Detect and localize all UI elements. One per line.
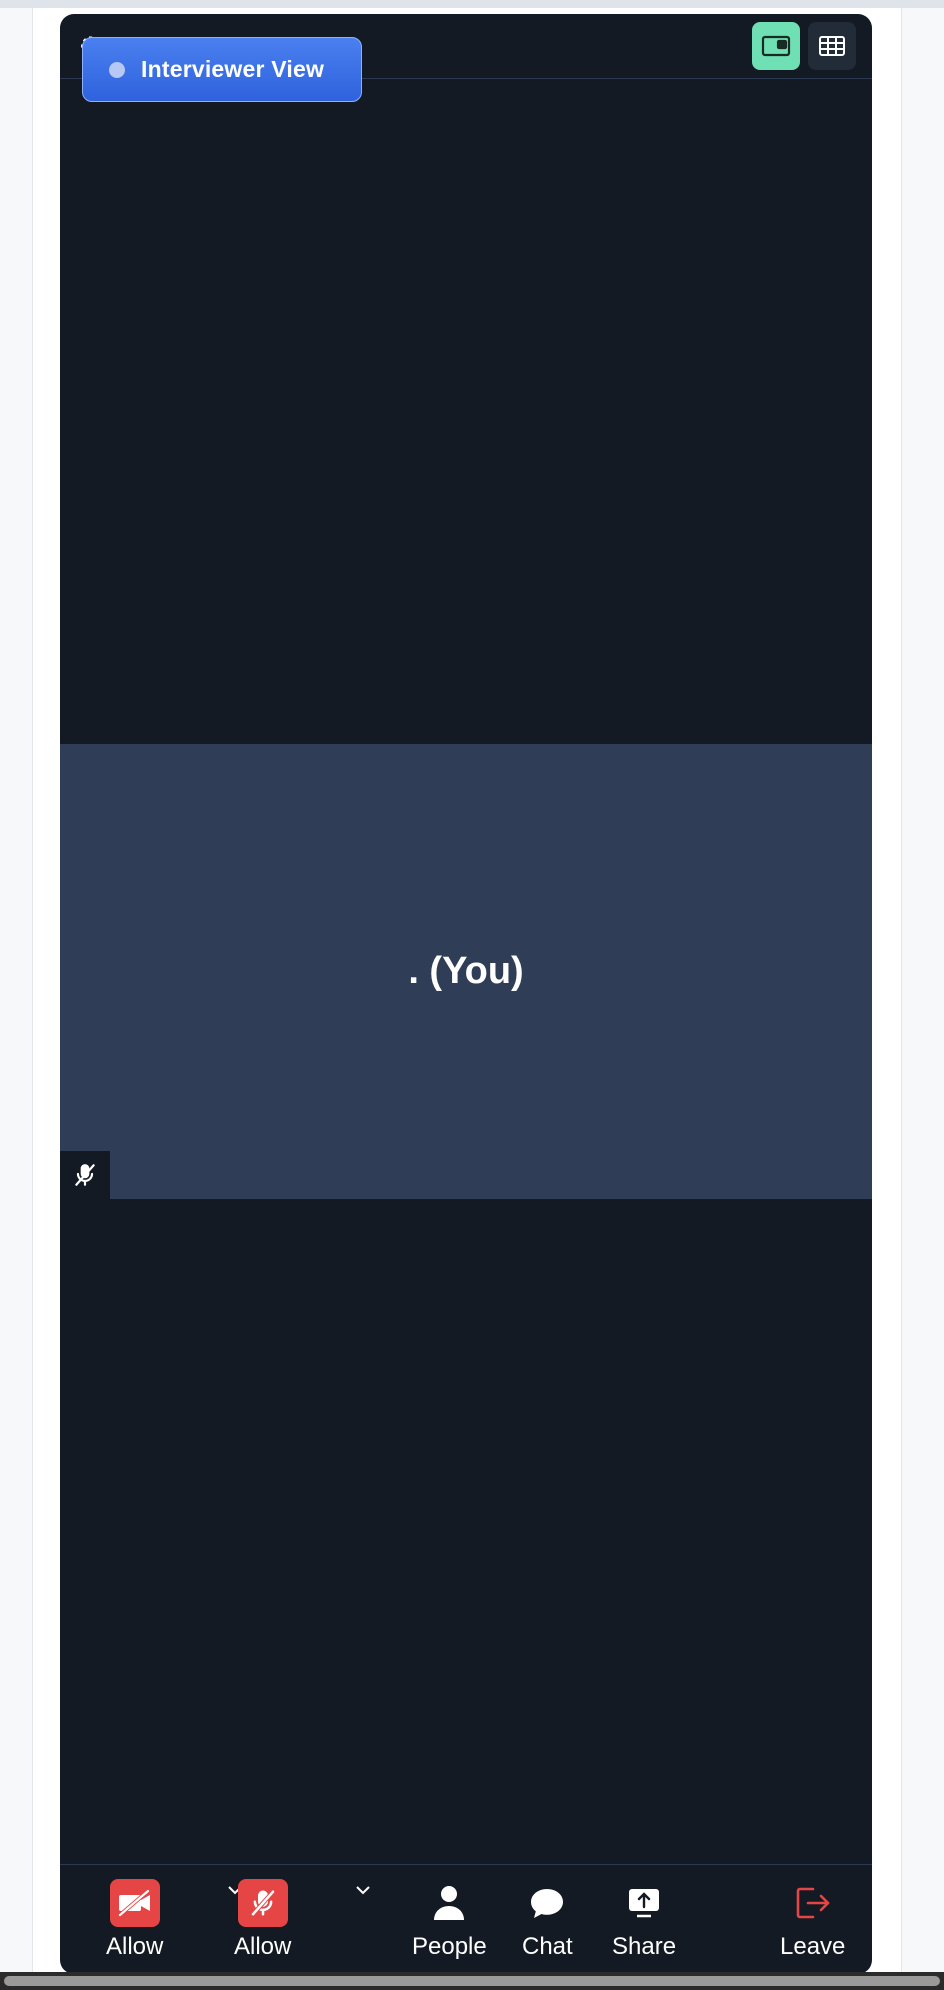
self-video-tile: . (You): [60, 744, 872, 1199]
mic-off-icon: [250, 1889, 275, 1917]
video-off-icon: [117, 1889, 150, 1917]
chat-bubble-icon: [531, 1889, 564, 1918]
leave-button[interactable]: Leave: [780, 1879, 845, 1961]
tile-muted-indicator: [60, 1151, 110, 1199]
audio-options-caret[interactable]: [352, 1879, 374, 1901]
grid-view-icon: [819, 36, 845, 56]
person-icon: [434, 1886, 465, 1920]
share-screen-icon: [629, 1889, 660, 1918]
video-toggle-label: Allow: [106, 1933, 164, 1960]
chevron-down-icon: [356, 1886, 370, 1895]
video-toggle-button[interactable]: Allow: [106, 1879, 163, 1961]
video-call-window: . (You) Allow Allow People Chat Share Le…: [60, 14, 872, 1974]
call-toolbar: Allow Allow People Chat Share Leave: [60, 1864, 872, 1974]
share-label: Share: [612, 1933, 677, 1960]
browser-top-edge: [0, 0, 944, 8]
interviewer-view-banner[interactable]: Interviewer View: [82, 37, 362, 102]
leave-label: Leave: [780, 1933, 846, 1960]
people-label: People: [412, 1933, 487, 1960]
page: . (You) Allow Allow People Chat Share Le…: [0, 0, 944, 1990]
horizontal-scrollbar[interactable]: [0, 1972, 944, 1990]
share-button[interactable]: Share: [612, 1879, 676, 1961]
audio-toggle-label: Allow: [234, 1933, 292, 1960]
mic-off-icon: [75, 1164, 95, 1186]
people-button[interactable]: People: [412, 1879, 487, 1961]
grid-view-button[interactable]: [808, 22, 856, 70]
self-participant-name: . (You): [408, 950, 524, 992]
audio-toggle-button[interactable]: Allow: [234, 1879, 291, 1961]
scrollbar-thumb[interactable]: [4, 1976, 940, 1986]
leave-icon: [796, 1887, 829, 1919]
status-dot-icon: [109, 61, 125, 78]
chat-button[interactable]: Chat: [522, 1879, 573, 1961]
speaker-view-icon: [761, 35, 791, 57]
banner-label: Interviewer View: [141, 56, 325, 82]
speaker-view-button[interactable]: [752, 22, 800, 70]
chat-label: Chat: [522, 1933, 573, 1960]
